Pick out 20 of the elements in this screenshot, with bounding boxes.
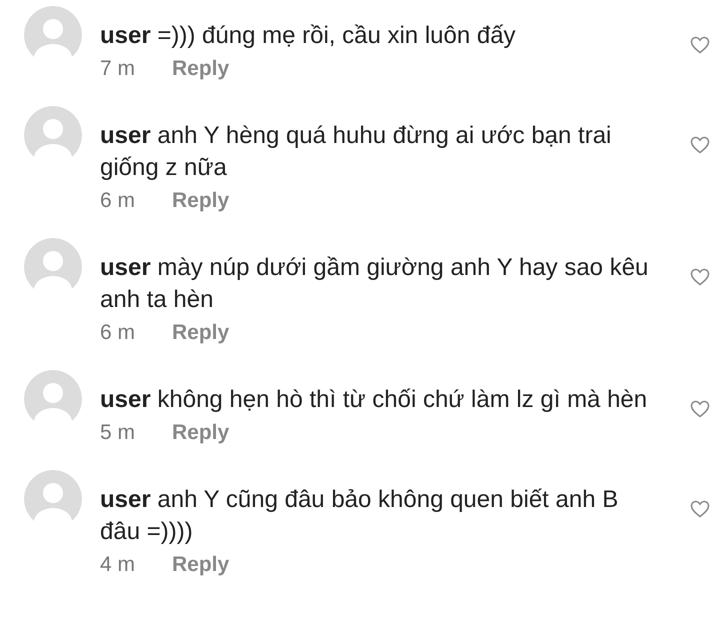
comment-text: user =))) đúng mẹ rồi, cầu xin luôn đấy (100, 21, 517, 51)
comment-text: user không hẹn hò thì từ chối chứ làm lz gì mà hèn (100, 385, 648, 415)
reply-button[interactable]: Reply (172, 421, 230, 445)
comment-time: 6 m (100, 321, 136, 345)
comment-text: user mày núp dưới gầm giường anh Y hay sao kêu anh ta hèn (100, 253, 650, 315)
heart-icon[interactable] (690, 36, 710, 54)
reply-button[interactable]: Reply (172, 321, 230, 345)
heart-icon[interactable] (690, 268, 710, 286)
comment-time: 7 m (100, 57, 136, 81)
reply-button[interactable]: Reply (172, 189, 230, 213)
heart-icon[interactable] (690, 136, 710, 154)
reply-button[interactable]: Reply (172, 57, 230, 81)
comment-text: user anh Y hèng quá huhu đừng ai ước bạn trai giống z nữa (100, 121, 612, 183)
comment-text: user anh Y cũng đâu bảo không quen biết anh B đâu =)))) (100, 485, 620, 547)
comment-time: 6 m (100, 189, 136, 213)
reply-button[interactable]: Reply (172, 553, 230, 577)
heart-icon[interactable] (690, 400, 710, 418)
comment-time: 5 m (100, 421, 136, 445)
comment-time: 4 m (100, 553, 136, 577)
heart-icon[interactable] (690, 500, 710, 518)
